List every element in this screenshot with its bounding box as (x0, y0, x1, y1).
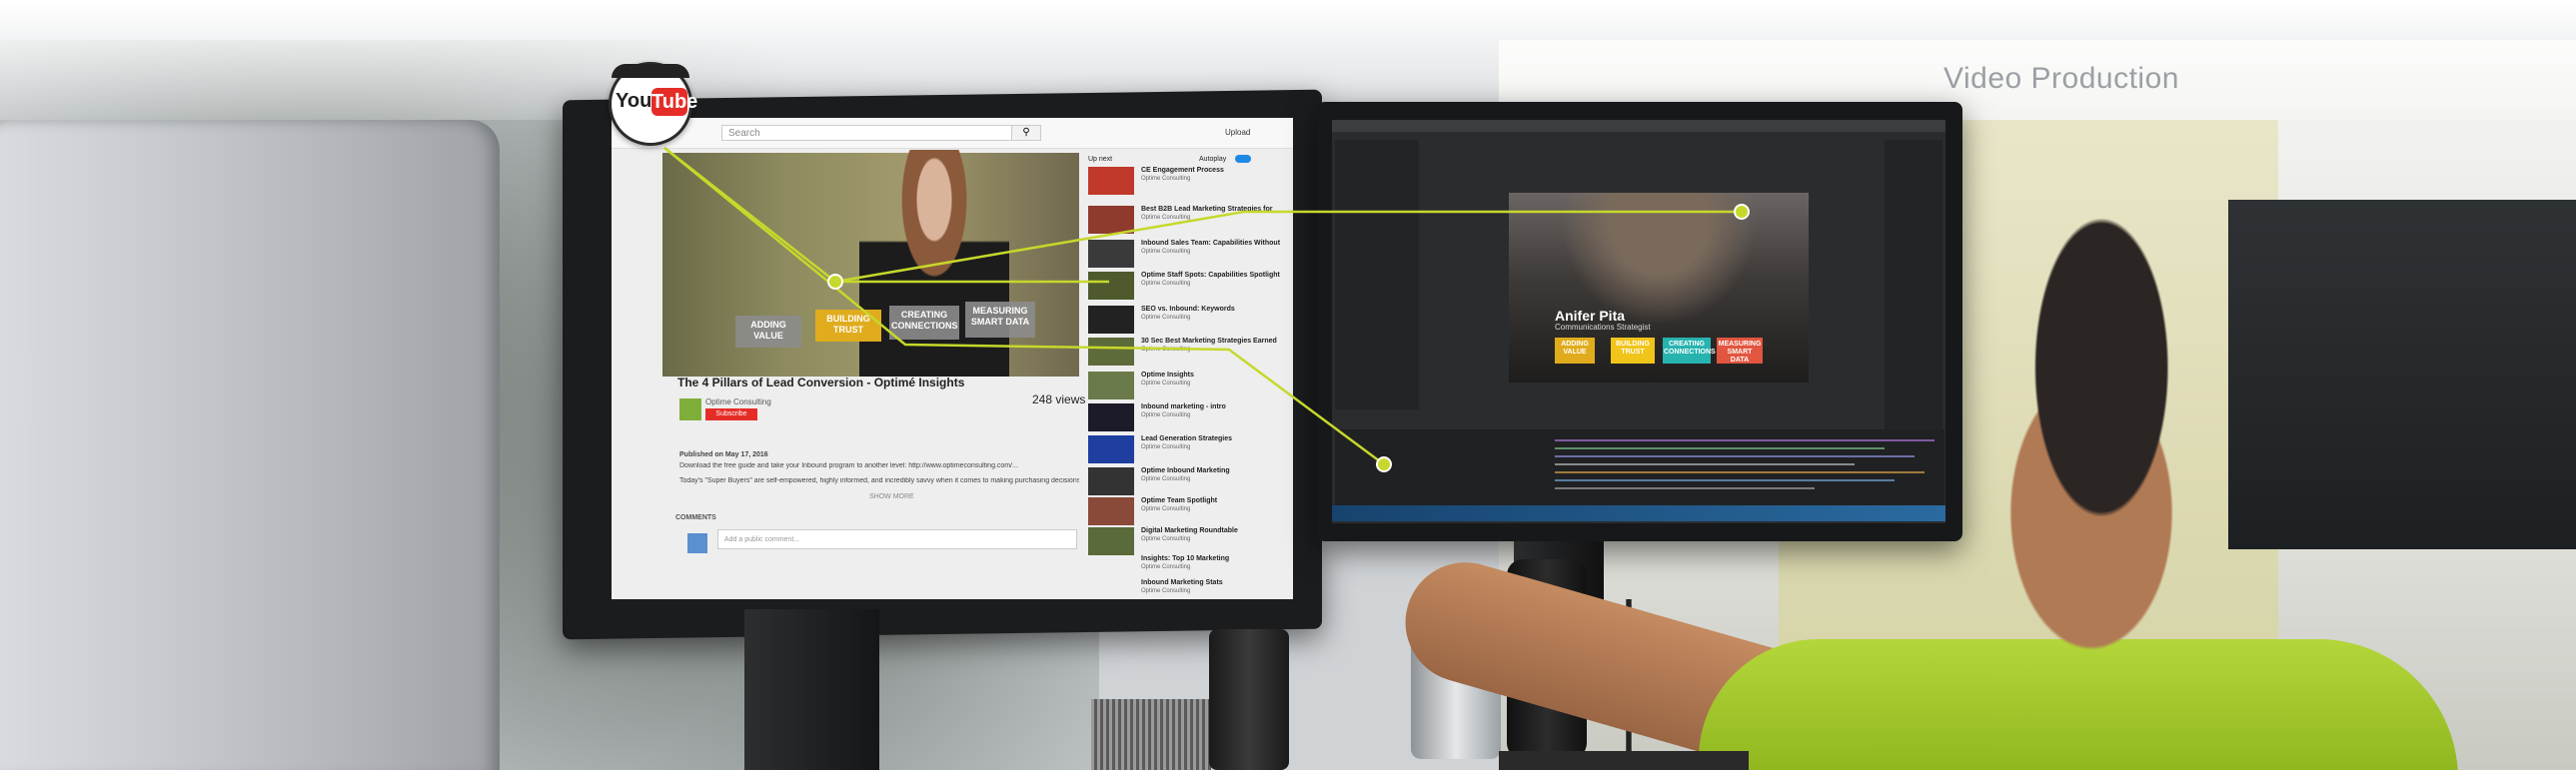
youtube-logo-tube: Tube (651, 88, 697, 116)
badge-top-band (612, 64, 689, 78)
callout-line-2 (663, 147, 1385, 466)
youtube-logo-you: You (616, 90, 652, 112)
photo-scene: Video Production Search ⚲ Upload ADDING … (0, 0, 2576, 770)
callout-dot-icon (1376, 456, 1392, 472)
callout-overlay (663, 147, 1750, 472)
callout-lines (663, 147, 1742, 466)
callout-dot-icon (827, 274, 843, 290)
callout-line-1 (663, 147, 1742, 284)
callout-dot-icon (1734, 204, 1750, 220)
